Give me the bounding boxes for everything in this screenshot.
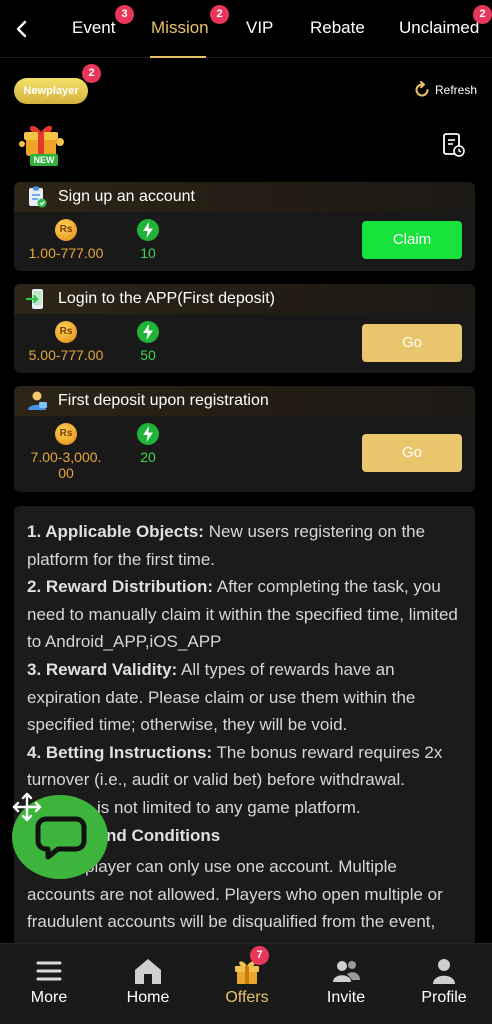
tab-rebate[interactable]: Rebate [310, 18, 365, 38]
history-record-icon[interactable] [442, 132, 466, 158]
points-reward: 50 [128, 321, 168, 363]
people-icon [333, 961, 360, 982]
rule-1: 1. Applicable Objects: New users registe… [27, 518, 463, 573]
points-amount: 50 [140, 347, 156, 363]
cash-reward-amount: 5.00-777.00 [28, 347, 104, 363]
nav-offers[interactable]: 7 Offers [198, 944, 296, 1024]
tab-event-badge: 3 [115, 5, 134, 24]
newplayer-chip[interactable]: Newplayer [14, 78, 88, 104]
new-gift-icon: NEW [16, 122, 68, 168]
nav-label: More [30, 989, 68, 1006]
points-amount: 20 [140, 449, 156, 465]
cash-reward-amount-line1: 7.00-3,000. [30, 449, 102, 465]
nav-label: Invite [326, 989, 366, 1006]
top-tab-bar: Event 3 Mission 2 VIP Rebate Unclaimed 2 [0, 0, 492, 58]
cash-reward: Rs 1.00-777.00 [28, 219, 104, 261]
task-card-signup: Sign up an account Rs 1.00-777.00 10 Cla… [14, 182, 475, 271]
rules-panel: 1. Applicable Objects: New users registe… [14, 506, 475, 946]
tab-mission-badge: 2 [210, 5, 229, 24]
tab-vip[interactable]: VIP [246, 18, 273, 38]
task-card-header: First deposit upon registration [14, 386, 475, 416]
task-card-first-deposit: First deposit upon registration Rs 7.00-… [14, 386, 475, 492]
tab-event[interactable]: Event [72, 18, 115, 38]
rupee-coin-icon: Rs [55, 321, 77, 343]
task-card-header: Login to the APP(First deposit) [14, 284, 475, 314]
rule-1-heading: 1. Applicable Objects: [27, 522, 204, 541]
gift-new-label: NEW [34, 155, 56, 165]
active-tab-underline [150, 56, 206, 58]
lightning-points-icon [137, 219, 159, 241]
task-title: Login to the APP(First deposit) [58, 290, 275, 307]
person-icon [433, 959, 455, 984]
rule-4-heading: 4. Betting Instructions: [27, 742, 213, 762]
rule-2: 2. Reward Distribution: After completing… [27, 573, 463, 656]
points-reward: 20 [128, 423, 168, 465]
points-amount: 10 [140, 245, 156, 261]
go-button[interactable]: Go [362, 324, 462, 362]
drag-move-icon[interactable] [10, 790, 44, 824]
bottom-nav: More Home 7 Offers Invite Profile [0, 943, 492, 1024]
nav-label: Profile [421, 989, 467, 1006]
nav-profile[interactable]: Profile [395, 944, 492, 1024]
rule-3: 3. Reward Validity: All types of rewards… [27, 656, 463, 739]
task-card-header: Sign up an account [14, 182, 475, 212]
back-arrow-icon[interactable] [8, 14, 36, 44]
rupee-coin-icon: Rs [55, 423, 77, 445]
tab-unclaimed[interactable]: Unclaimed [399, 18, 479, 38]
points-reward: 10 [128, 219, 168, 261]
person-deposit-icon [28, 391, 47, 410]
go-button[interactable]: Go [362, 434, 462, 472]
clipboard-check-icon [29, 186, 47, 208]
task-card-login-app: Login to the APP(First deposit) Rs 5.00-… [14, 284, 475, 373]
tab-unclaimed-badge: 2 [473, 5, 492, 24]
claim-button[interactable]: Claim [362, 221, 462, 259]
cash-reward: Rs 5.00-777.00 [28, 321, 104, 363]
cash-reward-amount-line2: 00 [58, 465, 74, 481]
tab-mission[interactable]: Mission [151, 18, 209, 38]
home-icon [135, 959, 161, 984]
rupee-coin-icon: Rs [55, 219, 77, 241]
cash-reward-amount: 1.00-777.00 [28, 245, 104, 261]
lightning-points-icon [137, 423, 159, 445]
menu-icon [36, 961, 62, 981]
rule-3-heading: 3. Reward Validity: [27, 659, 178, 679]
refresh-button[interactable]: Refresh [413, 80, 477, 100]
phone-login-icon [26, 289, 43, 309]
nav-offers-badge: 7 [250, 946, 269, 965]
nav-invite[interactable]: Invite [297, 944, 395, 1024]
rule-2-heading: 2. Reward Distribution: [27, 577, 214, 597]
refresh-icon [415, 81, 429, 97]
rule-5-heading: nd Conditions [106, 825, 221, 845]
task-title: Sign up an account [58, 188, 195, 205]
nav-label: Home [126, 989, 170, 1006]
nav-home[interactable]: Home [99, 944, 197, 1024]
task-title: First deposit upon registration [58, 392, 269, 409]
nav-more[interactable]: More [0, 944, 98, 1024]
newplayer-badge: 2 [82, 64, 101, 83]
cash-reward: Rs 7.00-3,000. 00 [26, 423, 106, 481]
refresh-label: Refresh [435, 83, 478, 97]
nav-label: Offers [225, 989, 269, 1006]
lightning-points-icon [137, 321, 159, 343]
